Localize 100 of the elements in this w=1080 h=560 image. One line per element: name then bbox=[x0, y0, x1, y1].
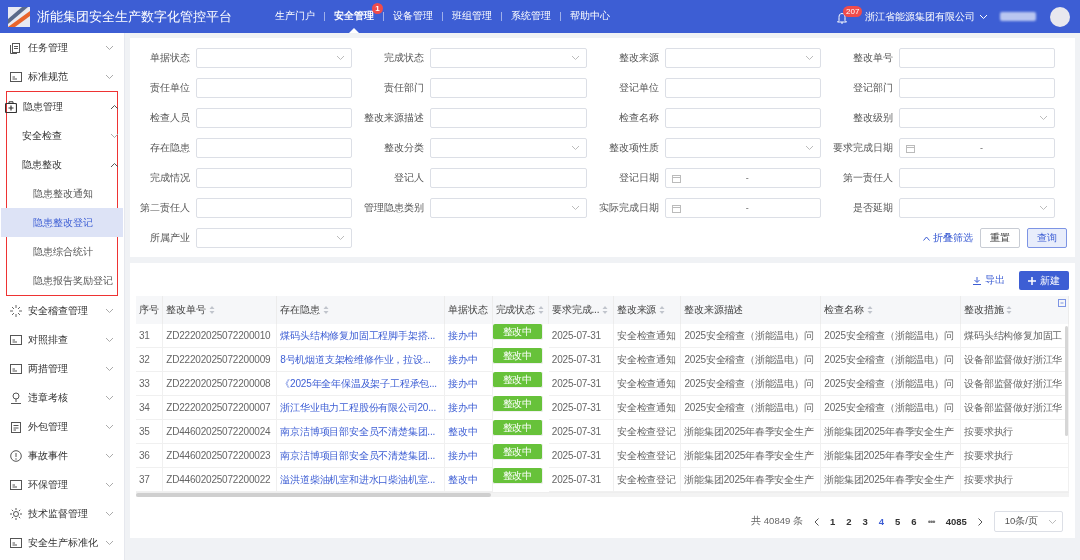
select-field[interactable] bbox=[898, 198, 1055, 218]
menu-item[interactable]: 隐患整改登记 bbox=[1, 208, 123, 237]
input-field[interactable] bbox=[196, 198, 353, 218]
export-link[interactable]: 导出 bbox=[973, 274, 1005, 287]
select-field[interactable] bbox=[430, 48, 587, 68]
table-cell: 安全检查登记 bbox=[616, 425, 676, 437]
hazard-link[interactable]: 8号机烟道支架检维修作业，拉设... bbox=[280, 353, 431, 365]
chevron-down-icon bbox=[105, 73, 114, 80]
sort-icon[interactable] bbox=[537, 305, 544, 315]
sort-icon[interactable] bbox=[1006, 305, 1013, 315]
more-pages-button[interactable]: ••• bbox=[927, 516, 935, 527]
input-field[interactable] bbox=[196, 168, 353, 188]
hazard-link[interactable]: 浙江华业电力工程股份有限公司20... bbox=[280, 401, 436, 413]
nav-tab[interactable]: 班组管理 bbox=[443, 0, 501, 33]
date-range-field[interactable]: - bbox=[898, 138, 1055, 158]
input-field[interactable] bbox=[430, 108, 587, 128]
menu-item[interactable]: 安全生产标准化 bbox=[0, 528, 124, 557]
field-label: 所属产业 bbox=[149, 231, 190, 245]
hazard-link[interactable]: 南京洁博项目部安全员不清楚集团... bbox=[280, 449, 436, 461]
input-field[interactable] bbox=[898, 48, 1055, 68]
select-field[interactable] bbox=[430, 198, 587, 218]
sort-icon[interactable] bbox=[322, 305, 329, 315]
menu-item[interactable]: 隐患管理 bbox=[1, 92, 123, 121]
page-button[interactable]: 6 bbox=[911, 516, 917, 527]
menu-item[interactable]: 标准规范 bbox=[0, 62, 124, 91]
chevron-down-icon bbox=[570, 205, 580, 211]
chevron-left-icon[interactable] bbox=[813, 517, 819, 526]
menu-item[interactable]: 安全检查 bbox=[1, 121, 123, 150]
input-field[interactable] bbox=[430, 168, 587, 188]
sort-icon[interactable] bbox=[659, 305, 666, 315]
menu-item[interactable]: 对照排查 bbox=[0, 325, 124, 354]
hazard-link[interactable]: 南京洁博项目部安全员不清楚集团... bbox=[280, 425, 436, 437]
date-range-field[interactable]: - bbox=[664, 198, 821, 218]
menu-item[interactable]: 违章考核 bbox=[0, 383, 124, 412]
vertical-scrollbar[interactable] bbox=[1065, 326, 1068, 436]
table-cell: 按要求执行 bbox=[964, 449, 1014, 461]
menu-item[interactable]: 环保管理 bbox=[0, 470, 124, 499]
page-button[interactable]: 2 bbox=[846, 516, 852, 527]
table-cell: ZD44602025072200023 bbox=[166, 450, 271, 461]
card-icon bbox=[10, 536, 22, 549]
date-range-field[interactable]: - bbox=[664, 168, 821, 188]
menu-item[interactable]: 隐患整改 bbox=[1, 150, 123, 179]
chevron-right-icon[interactable] bbox=[977, 517, 983, 526]
menu-item[interactable]: 隐患整改通知 bbox=[1, 179, 123, 208]
menu-item[interactable]: 技术监督管理 bbox=[0, 499, 124, 528]
field-label: 责任部门 bbox=[383, 81, 425, 95]
sort-icon[interactable] bbox=[602, 305, 609, 315]
input-field[interactable] bbox=[664, 108, 821, 128]
chevron-down-icon bbox=[105, 539, 114, 546]
menu-item[interactable]: 事故事件 bbox=[0, 441, 124, 470]
range-separator: - bbox=[744, 203, 750, 213]
nav-tab[interactable]: 系统管理 bbox=[502, 0, 560, 33]
select-field[interactable] bbox=[664, 48, 821, 68]
input-field[interactable] bbox=[430, 78, 587, 98]
menu-item[interactable]: 两措管理 bbox=[0, 354, 124, 383]
new-button[interactable]: 新建 bbox=[1019, 271, 1069, 290]
column-settings-icon[interactable] bbox=[1058, 299, 1066, 307]
select-field[interactable] bbox=[196, 48, 353, 68]
select-field[interactable] bbox=[664, 138, 821, 158]
nav-tab[interactable]: 生产门户 bbox=[266, 0, 324, 33]
sort-icon[interactable] bbox=[866, 305, 873, 315]
menu-item[interactable]: 隐患报告奖励登记 bbox=[1, 266, 123, 295]
page-button[interactable]: 4085 bbox=[945, 516, 967, 527]
collapse-filter-link[interactable]: 折叠筛选 bbox=[923, 231, 973, 245]
chevron-down-icon bbox=[804, 55, 814, 61]
sort-icon[interactable] bbox=[208, 305, 215, 315]
table-cell: 35 bbox=[139, 426, 150, 437]
hazard-link[interactable]: 《2025年全年保温及架子工程承包... bbox=[280, 377, 437, 389]
table-cell: ZD22202025072200010 bbox=[166, 330, 271, 341]
page-button[interactable]: 1 bbox=[829, 516, 836, 527]
hazard-link[interactable]: 煤码头结构修复加固工程脚手架搭... bbox=[280, 329, 436, 341]
menu-item[interactable]: 任务管理 bbox=[0, 33, 124, 62]
total-count: 共 40849 条 bbox=[751, 515, 803, 528]
page-button[interactable]: 3 bbox=[862, 516, 868, 527]
page-button[interactable]: 5 bbox=[895, 516, 901, 527]
input-field[interactable] bbox=[196, 138, 353, 158]
search-button[interactable]: 查询 bbox=[1027, 228, 1067, 248]
bell-icon[interactable] bbox=[837, 13, 847, 24]
menu-item[interactable]: 外包管理 bbox=[0, 412, 124, 441]
input-field[interactable] bbox=[664, 78, 821, 98]
table-cell: 2025-07-31 bbox=[551, 354, 601, 365]
hazard-link[interactable]: 溢洪道柴油机室和进水口柴油机室... bbox=[280, 473, 436, 485]
input-field[interactable] bbox=[196, 108, 353, 128]
reset-button[interactable]: 重置 bbox=[980, 228, 1020, 248]
avatar-icon[interactable] bbox=[1050, 6, 1070, 27]
nav-tab[interactable]: 设备管理 bbox=[384, 0, 442, 33]
select-field[interactable] bbox=[898, 108, 1055, 128]
nav-tab[interactable]: 帮助中心 bbox=[561, 0, 619, 33]
input-field[interactable] bbox=[196, 78, 353, 98]
input-field[interactable] bbox=[898, 78, 1055, 98]
select-field[interactable] bbox=[196, 228, 353, 248]
menu-item[interactable]: 隐患综合统计 bbox=[1, 237, 123, 266]
company-name[interactable]: 浙江省能源集团有限公司 bbox=[865, 9, 975, 24]
sun-icon bbox=[10, 507, 22, 520]
select-field[interactable] bbox=[430, 138, 587, 158]
input-field[interactable] bbox=[898, 168, 1055, 188]
horizontal-scrollbar[interactable] bbox=[136, 493, 491, 497]
page-size-select[interactable]: 10条/页 bbox=[993, 511, 1063, 532]
menu-item[interactable]: 安全稽查管理 bbox=[0, 296, 124, 325]
page-button[interactable]: 4 bbox=[878, 516, 885, 527]
